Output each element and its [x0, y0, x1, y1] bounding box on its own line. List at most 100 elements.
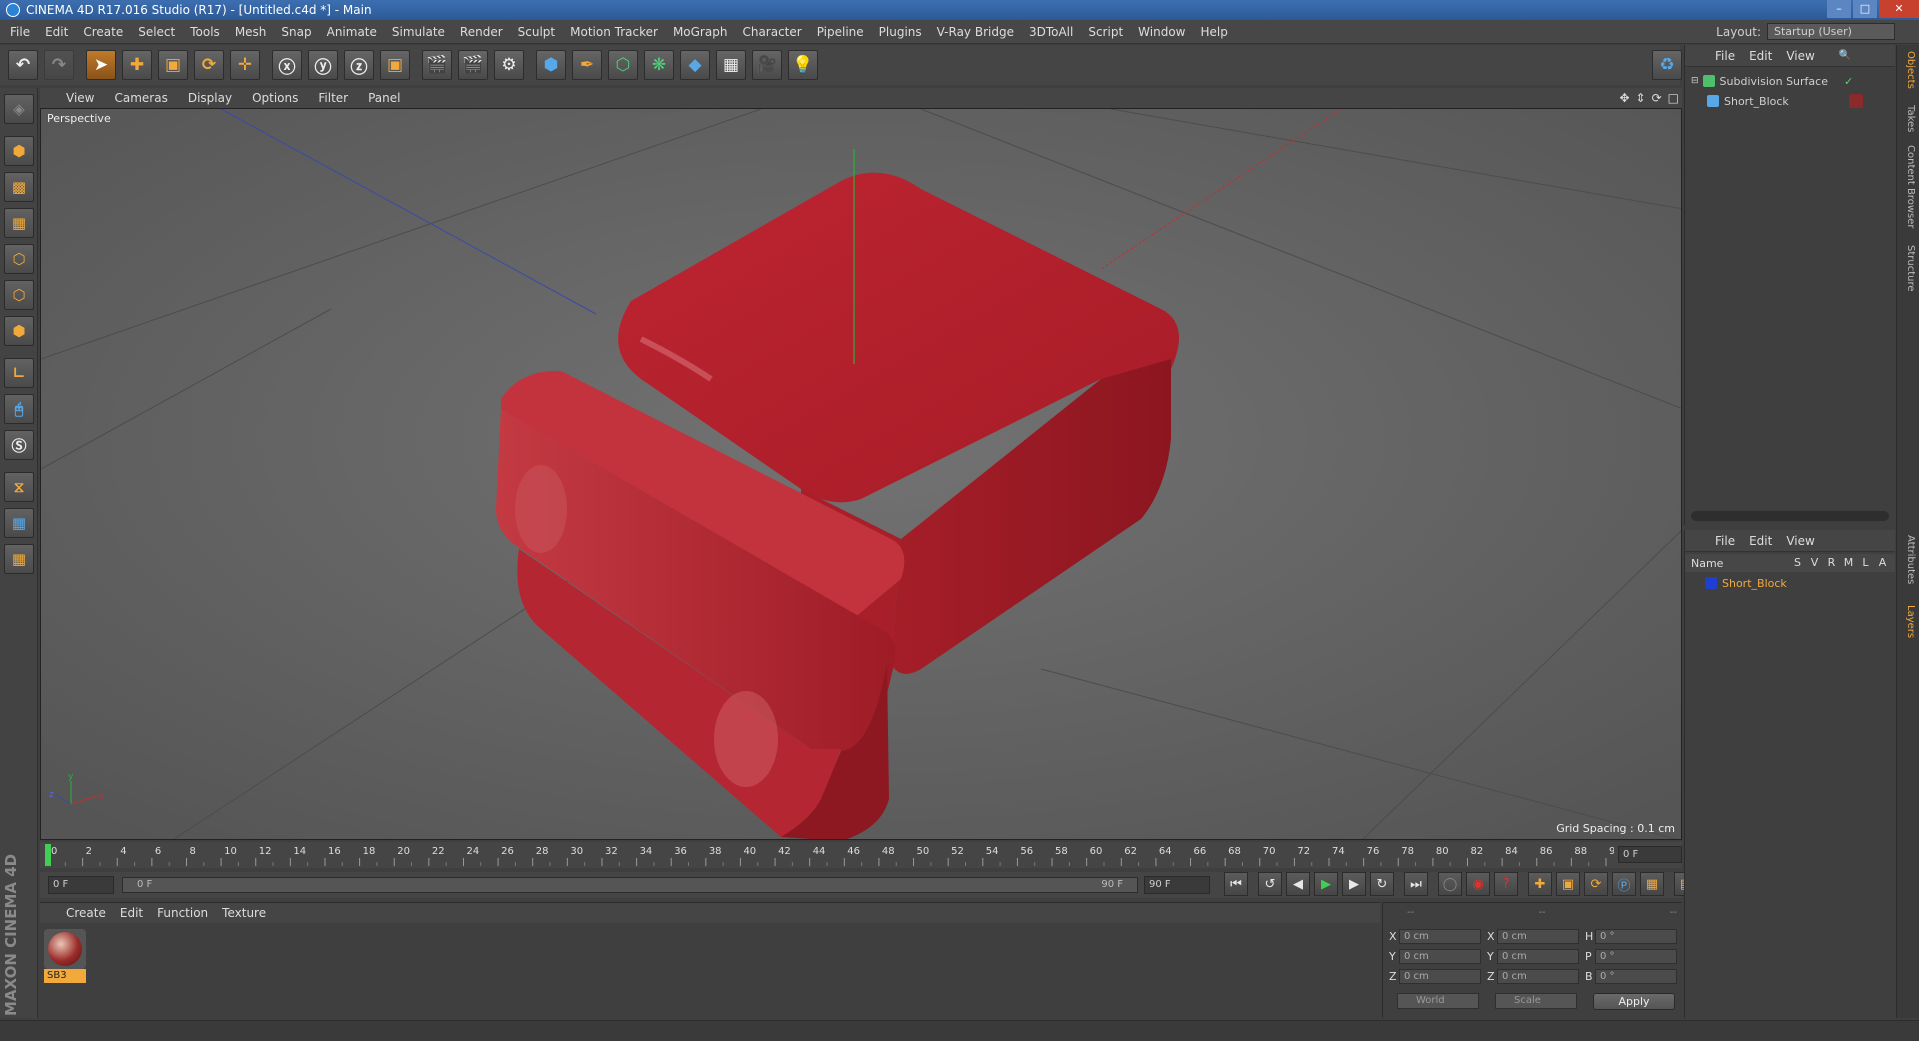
- snap-icon[interactable]: ⧖: [4, 472, 34, 502]
- enabled-check-icon[interactable]: ✓: [1844, 75, 1853, 88]
- play-icon[interactable]: ▶: [1314, 872, 1338, 896]
- model-mode-icon[interactable]: ⬢: [4, 136, 34, 166]
- solo-icon[interactable]: Ⓢ: [4, 430, 34, 460]
- tab-attributes[interactable]: Attributes: [1900, 535, 1916, 584]
- layer-menu-view[interactable]: View: [1786, 534, 1814, 548]
- menu-pipeline[interactable]: Pipeline: [817, 25, 864, 39]
- y-axis-icon[interactable]: ⓨ: [308, 50, 338, 80]
- render-view-icon[interactable]: 🎬: [422, 50, 452, 80]
- layer-row-short-block[interactable]: Short_Block: [1705, 574, 1787, 592]
- coord-scale-dropdown[interactable]: Scale: [1495, 993, 1577, 1009]
- minimize-icon[interactable]: –: [1827, 0, 1851, 18]
- menu-character[interactable]: Character: [742, 25, 801, 39]
- rot-h-field[interactable]: 0 °: [1595, 929, 1677, 944]
- menu-help[interactable]: Help: [1200, 25, 1227, 39]
- dolly-icon[interactable]: ⇕: [1636, 91, 1646, 105]
- locked-workplane-icon[interactable]: ▦: [4, 544, 34, 574]
- viewport-menu-filter[interactable]: Filter: [318, 91, 348, 105]
- camera-icon[interactable]: 🎥: [752, 50, 782, 80]
- end-frame-field[interactable]: 90 F: [1144, 876, 1210, 894]
- start-frame-field[interactable]: 0 F: [48, 876, 114, 894]
- pos-x-field[interactable]: 0 cm: [1399, 929, 1481, 944]
- apply-button[interactable]: Apply: [1593, 993, 1675, 1010]
- layout-dropdown[interactable]: Startup (User): [1767, 23, 1895, 40]
- rotate-icon[interactable]: ⟳: [194, 50, 224, 80]
- go-to-start-icon[interactable]: ⏮: [1224, 872, 1248, 896]
- material-tag-icon[interactable]: [1848, 94, 1863, 108]
- menu-window[interactable]: Window: [1138, 25, 1185, 39]
- maximize-icon[interactable]: □: [1853, 0, 1877, 18]
- cube-object-icon[interactable]: ⬢: [536, 50, 566, 80]
- light-icon[interactable]: 💡: [788, 50, 818, 80]
- close-icon[interactable]: ✕: [1879, 0, 1919, 18]
- material-menu-texture[interactable]: Texture: [222, 906, 266, 920]
- subdivision-surface-icon[interactable]: ⬡: [608, 50, 638, 80]
- autokeying-icon[interactable]: ?: [1494, 872, 1518, 896]
- deformer-icon[interactable]: ◆: [680, 50, 710, 80]
- menu-vray-bridge[interactable]: V-Ray Bridge: [937, 25, 1014, 39]
- layer-menu-file[interactable]: File: [1715, 534, 1735, 548]
- material-menu-edit[interactable]: Edit: [120, 906, 143, 920]
- menu-snap[interactable]: Snap: [281, 25, 311, 39]
- menu-file[interactable]: File: [10, 25, 30, 39]
- material-menu-create[interactable]: Create: [66, 906, 106, 920]
- key-rotation-icon[interactable]: ⟳: [1584, 872, 1608, 896]
- axis-mode-icon[interactable]: ∟: [4, 358, 34, 388]
- playhead-marker[interactable]: [45, 844, 51, 866]
- viewport-menu-panel[interactable]: Panel: [368, 91, 400, 105]
- next-frame-icon[interactable]: ▶: [1342, 872, 1366, 896]
- menu-animate[interactable]: Animate: [327, 25, 377, 39]
- tab-layers[interactable]: Layers: [1900, 605, 1916, 638]
- python-icon[interactable]: ♻: [1652, 50, 1682, 80]
- points-mode-icon[interactable]: ⬡: [4, 244, 34, 274]
- menu-mesh[interactable]: Mesh: [235, 25, 267, 39]
- menu-motion-tracker[interactable]: Motion Tracker: [570, 25, 658, 39]
- viewport-menu-cameras[interactable]: Cameras: [114, 91, 167, 105]
- workplane-mode-icon[interactable]: ▦: [4, 208, 34, 238]
- viewport-menu-view[interactable]: View: [66, 91, 94, 105]
- render-picture-viewer-icon[interactable]: 🎬: [458, 50, 488, 80]
- menu-select[interactable]: Select: [138, 25, 175, 39]
- redo-icon[interactable]: ↷: [44, 50, 74, 80]
- viewport-menu-options[interactable]: Options: [252, 91, 298, 105]
- pan-icon[interactable]: ✥: [1619, 91, 1629, 105]
- pos-z-field[interactable]: 0 cm: [1399, 969, 1481, 984]
- record-disabled-icon[interactable]: ◯: [1438, 872, 1462, 896]
- menu-mograph[interactable]: MoGraph: [673, 25, 728, 39]
- spline-pen-icon[interactable]: ✒: [572, 50, 602, 80]
- coordinate-system-icon[interactable]: ▣: [380, 50, 410, 80]
- object-row-short-block[interactable]: Short_Block: [1707, 92, 1863, 110]
- tab-objects[interactable]: Objects: [1900, 51, 1916, 89]
- perspective-viewport[interactable]: x y z Perspective Grid Spacing : 0.1 cm: [40, 108, 1682, 840]
- coord-mode-dropdown[interactable]: World: [1397, 993, 1479, 1009]
- object-row-subdivision[interactable]: ⊟ Subdivision Surface ✓: [1691, 72, 1853, 90]
- tab-takes[interactable]: Takes: [1900, 105, 1916, 132]
- tweak-mode-icon[interactable]: 🖰: [4, 394, 34, 424]
- make-editable-icon[interactable]: ◈: [4, 94, 34, 124]
- move-icon[interactable]: ✚: [122, 50, 152, 80]
- maximize-viewport-icon[interactable]: □: [1668, 91, 1679, 105]
- key-scale-icon[interactable]: ▣: [1556, 872, 1580, 896]
- scale-icon[interactable]: ▣: [158, 50, 188, 80]
- layer-menu-edit[interactable]: Edit: [1749, 534, 1772, 548]
- tab-content-browser[interactable]: Content Browser: [1900, 145, 1916, 228]
- rot-b-field[interactable]: 0 °: [1595, 969, 1677, 984]
- object-scrollbar[interactable]: [1691, 511, 1889, 521]
- menu-3dtoall[interactable]: 3DToAll: [1029, 25, 1073, 39]
- menu-simulate[interactable]: Simulate: [392, 25, 445, 39]
- layer-color-swatch[interactable]: [1705, 577, 1717, 589]
- undo-icon[interactable]: ↶: [8, 50, 38, 80]
- go-to-end-icon[interactable]: ⏭: [1404, 872, 1428, 896]
- size-x-field[interactable]: 0 cm: [1497, 929, 1579, 944]
- object-menu-edit[interactable]: Edit: [1749, 49, 1772, 63]
- menu-tools[interactable]: Tools: [190, 25, 220, 39]
- orbit-icon[interactable]: ⟳: [1652, 91, 1662, 105]
- menu-script[interactable]: Script: [1088, 25, 1123, 39]
- object-menu-file[interactable]: File: [1715, 49, 1735, 63]
- material-swatch[interactable]: SB3: [44, 929, 86, 985]
- menu-create[interactable]: Create: [83, 25, 123, 39]
- previous-key-icon[interactable]: ↺: [1258, 872, 1282, 896]
- texture-mode-icon[interactable]: ▩: [4, 172, 34, 202]
- record-active-objects-icon[interactable]: ◉: [1466, 872, 1490, 896]
- polygons-mode-icon[interactable]: ⬢: [4, 316, 34, 346]
